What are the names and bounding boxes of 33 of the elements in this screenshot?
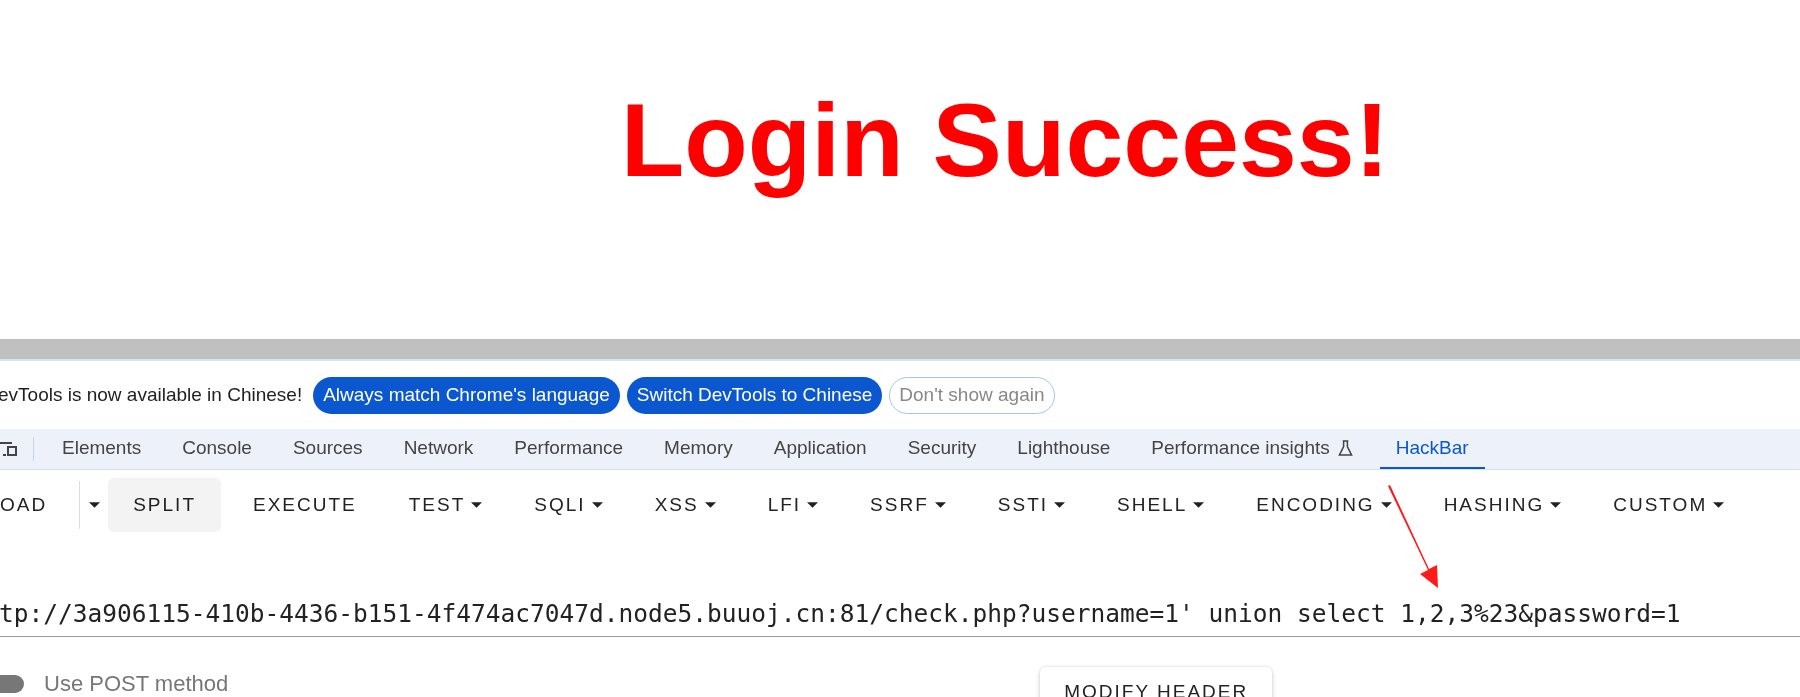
- banner-button[interactable]: Don't show again: [889, 376, 1055, 414]
- hackbar-button[interactable]: SSRF: [850, 478, 966, 532]
- hackbar-button[interactable]: CUSTOM: [1593, 478, 1745, 532]
- devtools-tab[interactable]: HackBar: [1379, 429, 1485, 469]
- caret-icon: [89, 502, 101, 508]
- device-toggle-icon[interactable]: [0, 441, 19, 457]
- devtools-tab[interactable]: Performance insights: [1137, 429, 1368, 469]
- devtools-tab[interactable]: Memory: [650, 429, 748, 469]
- hackbar-button[interactable]: ENCODING: [1236, 478, 1412, 532]
- toggle-label: Use POST method: [44, 671, 229, 697]
- toggle-switch[interactable]: [0, 675, 24, 693]
- devtools-tab[interactable]: Performance: [500, 429, 639, 469]
- devtools-tab[interactable]: Network: [389, 429, 489, 469]
- hackbar-button[interactable]: LFI: [747, 478, 839, 532]
- hackbar-button[interactable]: TEST: [388, 478, 503, 532]
- hackbar-button[interactable]: OAD: [0, 478, 68, 532]
- devtools-tab[interactable]: Elements: [48, 429, 157, 469]
- hackbar-button[interactable]: SHELL: [1097, 478, 1225, 532]
- page-heading: Login Success!: [620, 88, 1390, 200]
- hackbar-button[interactable]: HASHING: [1423, 478, 1582, 532]
- devtools-tab[interactable]: Security: [893, 429, 992, 469]
- hackbar-button[interactable]: SSTI: [977, 478, 1086, 532]
- banner-button[interactable]: Switch DevTools to Chinese: [626, 376, 883, 414]
- url-field[interactable]: tp://3a906115-410b-4436-b151-4f474ac7047d.node5.buuoj.cn:81/check.php?username=1' union select 1,2,3%23&password=1: [0, 599, 1681, 636]
- devtools-tab[interactable]: Console: [168, 429, 267, 469]
- devtools-tab[interactable]: Sources: [278, 429, 378, 469]
- devtools-tab[interactable]: Application: [759, 429, 882, 469]
- banner-button[interactable]: Always match Chrome's language: [313, 376, 620, 414]
- hackbar-button[interactable]: SPLIT: [108, 478, 221, 532]
- devtools-tab[interactable]: Lighthouse: [1003, 429, 1126, 469]
- hackbar-button[interactable]: XSS: [634, 478, 736, 532]
- hackbar-button[interactable]: EXECUTE: [233, 478, 377, 532]
- hackbar-button[interactable]: SQLI: [514, 478, 623, 532]
